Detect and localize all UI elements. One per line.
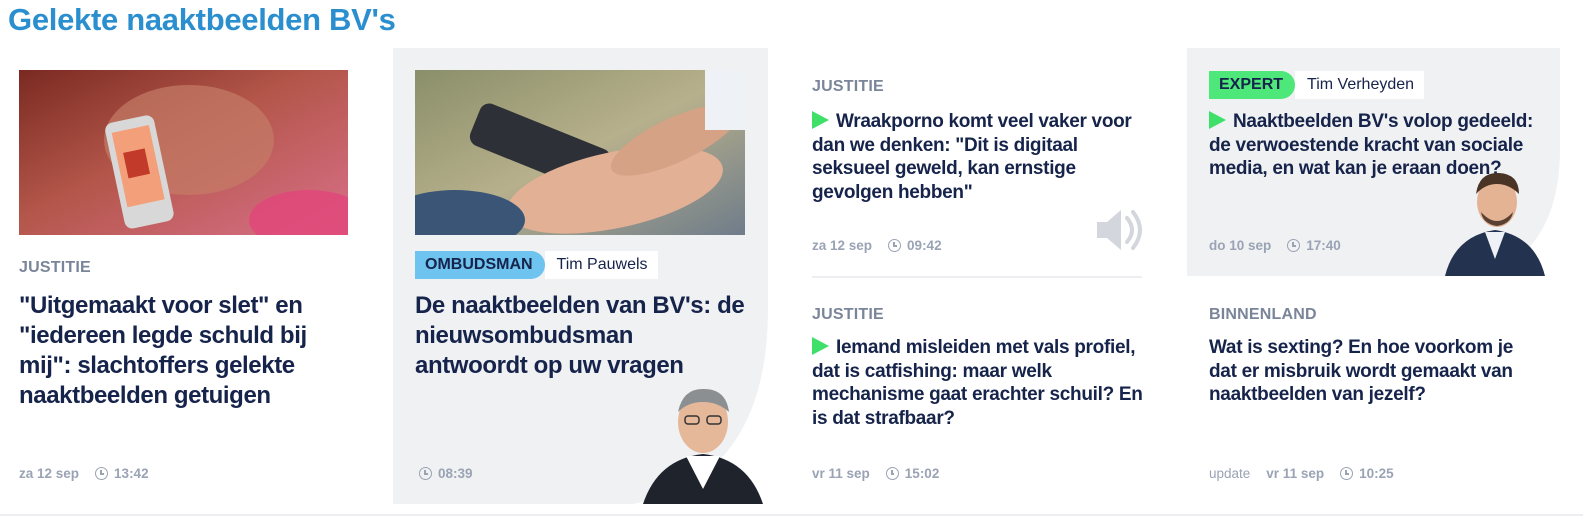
article-time: 15:02 xyxy=(904,466,940,481)
article-thumbnail-1[interactable] xyxy=(19,70,348,235)
author-name: Tim Pauwels xyxy=(544,251,658,279)
article-meta: do 10 sep 17:40 xyxy=(1209,238,1341,253)
author-photo xyxy=(1445,172,1545,276)
article-date: za 12 sep xyxy=(812,238,873,253)
play-icon xyxy=(812,111,829,129)
clock-icon xyxy=(885,467,899,480)
article-card-3[interactable]: JUSTITIE Wraakporno komt veel vaker voor… xyxy=(790,48,1160,268)
article-headline[interactable]: Iemand misleiden met vals profiel, dat i… xyxy=(812,336,1147,430)
article-thumbnail-2[interactable] xyxy=(415,70,745,235)
article-meta: vr 11 sep 15:02 xyxy=(812,466,939,481)
play-icon xyxy=(812,337,829,355)
article-card-4[interactable]: EXPERT Tim Verheyden Naaktbeelden BV's v… xyxy=(1187,48,1560,276)
clock-icon xyxy=(1340,467,1354,480)
article-time: 13:42 xyxy=(114,466,149,481)
update-label: update xyxy=(1209,466,1251,481)
play-icon xyxy=(1209,111,1226,129)
author-tag[interactable]: EXPERT Tim Verheyden xyxy=(1209,71,1425,99)
clock-icon xyxy=(419,467,432,480)
section-bottom-border xyxy=(0,514,1583,516)
article-time: 08:39 xyxy=(438,466,473,481)
article-headline[interactable]: "Uitgemaakt voor slet" en "iedereen legd… xyxy=(19,291,339,411)
clock-icon xyxy=(1287,239,1301,252)
article-time: 09:42 xyxy=(907,238,942,253)
ombudsman-tag: OMBUDSMAN xyxy=(415,251,545,279)
article-meta: update vr 11 sep 10:25 xyxy=(1209,466,1394,481)
article-kicker: JUSTITIE xyxy=(812,78,884,95)
article-kicker: BINNENLAND xyxy=(1209,306,1317,323)
article-time: 17:40 xyxy=(1306,238,1341,253)
article-meta: za 12 sep 13:42 xyxy=(19,466,149,481)
article-date: do 10 sep xyxy=(1209,238,1272,253)
article-date: za 12 sep xyxy=(19,466,80,481)
section-title[interactable]: Gelekte naaktbeelden BV's xyxy=(8,2,396,38)
article-card-1[interactable]: JUSTITIE "Uitgemaakt voor slet" en "iede… xyxy=(0,48,380,510)
clock-icon xyxy=(888,239,902,252)
article-card-5[interactable]: JUSTITIE Iemand misleiden met vals profi… xyxy=(790,290,1160,510)
article-headline[interactable]: De naaktbeelden van BV's: de nieuwsombud… xyxy=(415,291,750,381)
clock-icon xyxy=(95,467,109,480)
article-meta: 08:39 xyxy=(419,466,473,481)
article-kicker: JUSTITIE xyxy=(812,306,884,323)
article-date: vr 11 sep xyxy=(812,466,870,481)
article-card-2[interactable]: OMBUDSMAN Tim Pauwels De naaktbeelden va… xyxy=(393,48,768,504)
article-headline[interactable]: Wraakporno komt veel vaker voor dan we d… xyxy=(812,110,1147,204)
article-time: 10:25 xyxy=(1359,466,1394,481)
article-kicker: JUSTITIE xyxy=(19,259,91,276)
speaker-icon xyxy=(1097,210,1142,250)
author-name: Tim Verheyden xyxy=(1295,71,1425,99)
article-card-6[interactable]: BINNENLAND Wat is sexting? En hoe voorko… xyxy=(1187,290,1560,510)
author-photo xyxy=(643,388,763,504)
expert-tag: EXPERT xyxy=(1209,71,1296,99)
author-tag[interactable]: OMBUDSMAN Tim Pauwels xyxy=(415,251,658,279)
article-date: vr 11 sep xyxy=(1266,466,1325,481)
article-meta: za 12 sep 09:42 xyxy=(812,238,942,253)
divider xyxy=(812,276,1142,278)
article-headline[interactable]: Wat is sexting? En hoe voorkom je dat er… xyxy=(1209,336,1539,407)
